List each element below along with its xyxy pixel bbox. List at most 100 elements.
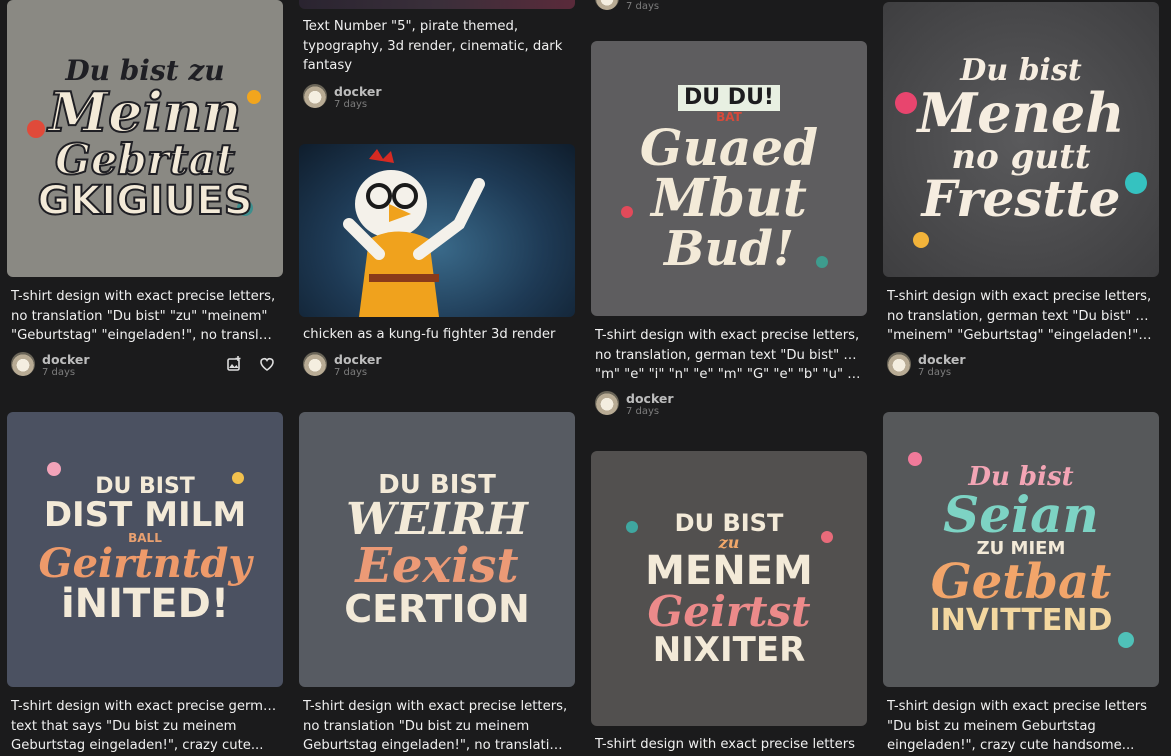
card-image[interactable]: DU BIST WEIRH Eexist CERTION bbox=[299, 412, 575, 687]
art-line: DU DU! bbox=[678, 84, 780, 111]
gallery-card[interactable]: Du bist zu Meinn Gebrtat GKIGIUES T-shir… bbox=[7, 0, 283, 380]
card-image[interactable]: Du bist Seian ZU MIEM Getbat INVITTEND bbox=[883, 412, 1159, 687]
card-image[interactable]: DU BIST DIST MILM BALL Geirtntdy iNITED! bbox=[7, 412, 283, 687]
art-line: iNITED! bbox=[60, 580, 230, 627]
gallery-card[interactable]: Text Number "5", pirate themed, typograp… bbox=[299, 0, 575, 125]
art-line: WEIRH bbox=[346, 493, 528, 545]
artwork-lettering: DU BIST WEIRH Eexist CERTION bbox=[299, 412, 575, 687]
gallery-card[interactable]: Du bist Seian ZU MIEM Getbat INVITTEND T… bbox=[883, 412, 1159, 753]
caption-line: "Du bist zu meinem Geburtstag bbox=[887, 718, 1096, 734]
avatar[interactable] bbox=[303, 352, 327, 376]
card-caption: T-shirt design with exact precise letter… bbox=[303, 697, 569, 756]
avatar[interactable] bbox=[887, 352, 911, 376]
add-image-icon[interactable] bbox=[225, 355, 243, 373]
art-line: Geirtntdy bbox=[38, 539, 252, 587]
author-row: docker 7 days bbox=[11, 352, 279, 378]
caption-line: Geburtstag eingeladen!", no translation,… bbox=[303, 738, 569, 753]
art-line: Gebrtat bbox=[54, 134, 236, 184]
art-line: Guaed bbox=[639, 117, 819, 177]
art-line: Getbat bbox=[930, 553, 1112, 610]
post-time: 7 days bbox=[334, 99, 368, 110]
gallery-card[interactable]: DU DU! BAT Guaed Mbut Bud! T-shirt desig… bbox=[591, 41, 867, 421]
card-image[interactable]: DU BIST zu MENEM Geirtst NIXITER bbox=[591, 451, 867, 726]
author-row: docker 7 days bbox=[595, 0, 863, 12]
card-caption: T-shirt design with exact precise german… bbox=[11, 697, 277, 756]
art-line: Eexist bbox=[355, 537, 519, 594]
artwork-lettering: DU DU! BAT Guaed Mbut Bud! bbox=[591, 41, 867, 316]
caption-line: "Geburtstag" "eingeladen!", no translati… bbox=[11, 328, 277, 343]
art-line: Geirtst bbox=[647, 586, 811, 636]
caption-line: Text Number "5", pirate themed, bbox=[303, 19, 519, 34]
art-line: Bud! bbox=[663, 220, 795, 277]
avatar[interactable] bbox=[595, 391, 619, 415]
art-line: Seian bbox=[943, 484, 1099, 544]
post-time: 7 days bbox=[42, 367, 76, 378]
art-line: GKIGIUES bbox=[36, 177, 253, 224]
caption-line: T-shirt design with exact precise letter… bbox=[887, 289, 1152, 304]
gallery-card[interactable]: DU BIST WEIRH Eexist CERTION T-shirt des… bbox=[299, 412, 575, 753]
caption-line: text that says "Du bist zu meinem bbox=[11, 718, 237, 734]
artwork-lettering: Du bist zu Meinn Gebrtat GKIGIUES bbox=[7, 0, 283, 277]
card-image[interactable]: Du bist Meneh no gutt Frestte bbox=[883, 2, 1159, 277]
caption-line: no translation "Du bist zu meinem bbox=[303, 718, 530, 734]
author-row: docker 7 days bbox=[303, 84, 571, 110]
card-caption: T-shirt design with exact precise letter… bbox=[11, 287, 277, 346]
post-time: 7 days bbox=[626, 1, 660, 12]
card-caption: T-shirt design with exact precise letter… bbox=[887, 287, 1153, 346]
artwork-lettering: Du bist Meneh no gutt Frestte bbox=[883, 2, 1159, 277]
author-name[interactable]: docker bbox=[334, 84, 382, 99]
card-image[interactable] bbox=[299, 0, 575, 9]
author-name[interactable]: docker bbox=[334, 352, 382, 367]
card-image[interactable]: Du bist zu Meinn Gebrtat GKIGIUES bbox=[7, 0, 283, 277]
caption-line: T-shirt design with exact precise letter… bbox=[887, 699, 1148, 714]
artwork-lettering: DU BIST zu MENEM Geirtst NIXITER bbox=[591, 451, 867, 726]
post-time: 7 days bbox=[334, 367, 368, 378]
art-line: Meinn bbox=[47, 79, 242, 144]
card-caption: Text Number "5", pirate themed, typograp… bbox=[303, 17, 569, 76]
gallery-card[interactable]: docker 7 days bbox=[591, 0, 867, 12]
chicken-illustration bbox=[343, 149, 485, 317]
caption-line: no translation, german text "Du bist" "z… bbox=[595, 347, 861, 363]
author-name[interactable]: docker bbox=[626, 391, 674, 406]
card-caption: T-shirt design with exact precise letter… bbox=[887, 697, 1153, 756]
caption-line: "meinem" "Geburtstag" "eingeladen!", no.… bbox=[887, 328, 1153, 343]
avatar[interactable] bbox=[303, 84, 327, 108]
author-name[interactable]: docker bbox=[918, 352, 966, 367]
art-line: Mbut bbox=[651, 167, 807, 229]
post-time: 7 days bbox=[626, 406, 660, 417]
caption-line: no translation "Du bist" "zu" "meinem" bbox=[11, 308, 268, 324]
caption-line: typography, 3d render, cinematic, dark bbox=[303, 38, 563, 54]
art-line: INVITTEND bbox=[929, 602, 1113, 638]
caption-line: Geburtstag eingeladen!", crazy cute... bbox=[11, 738, 264, 753]
gallery-card[interactable]: chicken as a kung-fu fighter 3d render d… bbox=[299, 144, 575, 384]
art-line: MENEM bbox=[645, 547, 813, 594]
caption-line: "m" "e" "i" "n" "e" "m" "G" "e" "b" "u" … bbox=[595, 367, 861, 382]
caption-line: chicken as a kung-fu fighter 3d render bbox=[303, 327, 556, 342]
avatar[interactable] bbox=[595, 0, 619, 10]
art-line: DIST MILM bbox=[43, 494, 247, 535]
artwork-lettering: DU BIST DIST MILM BALL Geirtntdy iNITED! bbox=[7, 412, 283, 687]
gallery-card[interactable]: DU BIST DIST MILM BALL Geirtntdy iNITED!… bbox=[7, 412, 283, 753]
card-image[interactable]: DU DU! BAT Guaed Mbut Bud! bbox=[591, 41, 867, 316]
art-line: NIXITER bbox=[652, 629, 806, 670]
author-row: docker 7 days bbox=[303, 352, 571, 378]
heart-icon[interactable] bbox=[258, 355, 276, 373]
card-image[interactable] bbox=[299, 144, 575, 317]
art-line: CERTION bbox=[344, 586, 530, 631]
card-caption: chicken as a kung-fu fighter 3d render bbox=[303, 325, 569, 345]
caption-line: fantasy bbox=[303, 58, 353, 73]
author-name[interactable]: docker bbox=[42, 352, 90, 367]
caption-line: T-shirt design with exact precise letter… bbox=[11, 289, 276, 304]
artwork-lettering: Du bist Seian ZU MIEM Getbat INVITTEND bbox=[883, 412, 1159, 687]
gallery-card[interactable]: DU BIST zu MENEM Geirtst NIXITER T-shirt… bbox=[591, 451, 867, 752]
post-time: 7 days bbox=[918, 367, 952, 378]
gallery-card[interactable]: Du bist Meneh no gutt Frestte T-shirt de… bbox=[883, 2, 1159, 382]
caption-line: T-shirt design with exact precise letter… bbox=[303, 699, 568, 714]
avatar[interactable] bbox=[11, 352, 35, 376]
art-line: DU BIST bbox=[674, 508, 784, 537]
caption-line: T-shirt design with exact precise german bbox=[11, 699, 277, 714]
author-row: docker 7 days bbox=[595, 391, 863, 417]
art-line: Frestte bbox=[921, 168, 1121, 228]
art-line: Meneh bbox=[917, 80, 1125, 145]
card-caption: T-shirt design with exact precise letter… bbox=[595, 326, 861, 385]
